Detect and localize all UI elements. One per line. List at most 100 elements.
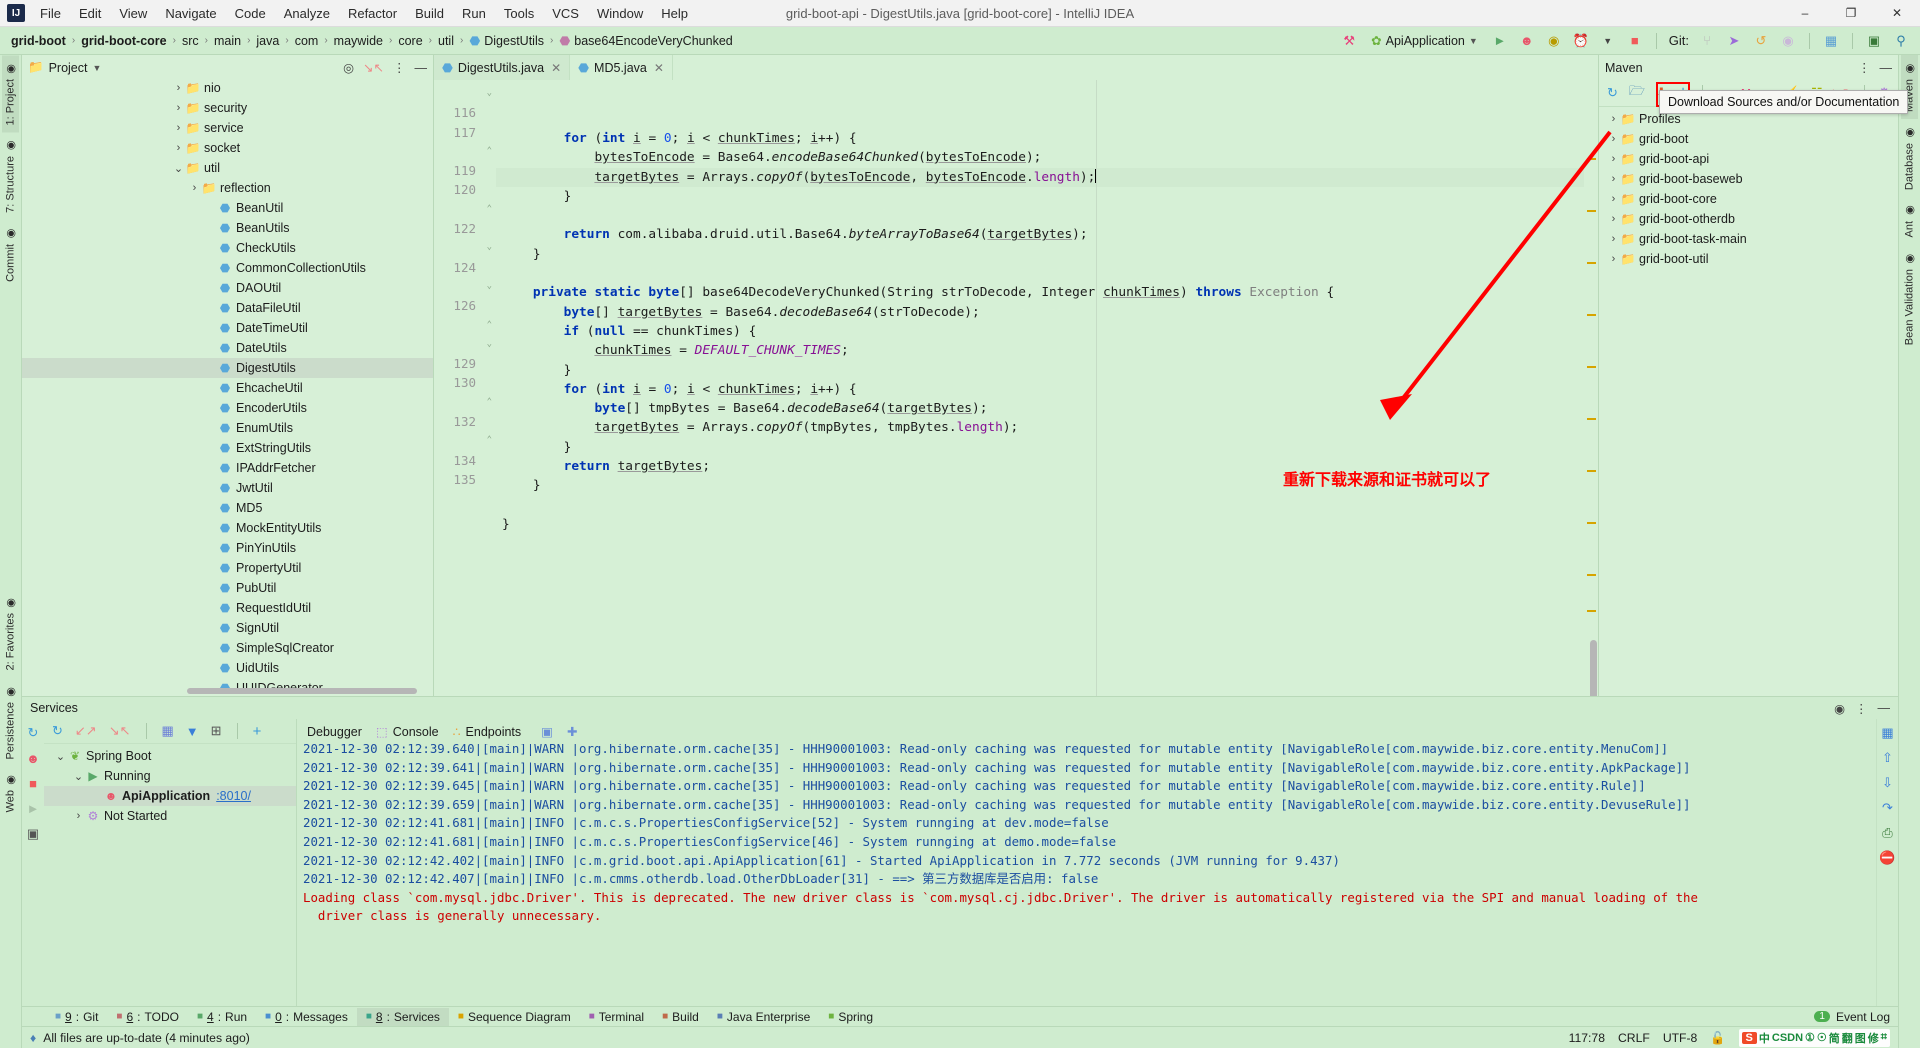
maven-tree-node[interactable]: ›📁grid-boot-util	[1599, 249, 1898, 269]
tray-icon-5[interactable]: 简	[1829, 1030, 1840, 1046]
fold-icon[interactable]: ⌃	[482, 204, 492, 214]
tray-icon-9[interactable]: ⌗	[1881, 1031, 1887, 1044]
code-line[interactable]: }	[496, 245, 1584, 264]
line-number[interactable]: 135	[434, 470, 496, 489]
maven-tree-node[interactable]: ›📁grid-boot-otherdb	[1599, 209, 1898, 229]
service-tree-node[interactable]: ⌄▶Running	[44, 766, 296, 786]
breadcrumb-item-com[interactable]: com	[290, 32, 324, 50]
editor-body[interactable]: ⌄116117⌃119120⌃122⌄124⌄126⌃⌄129130⌃132⌃1…	[434, 80, 1598, 696]
code-line[interactable]: byte[] targetBytes = Base64.decodeBase64…	[496, 303, 1584, 322]
tool-strip-bean-validation[interactable]: Bean Validation◉	[1901, 245, 1918, 352]
commit-icon[interactable]: ◉	[1779, 32, 1797, 50]
line-number[interactable]: ⌄	[434, 277, 496, 296]
project-tree-node[interactable]: ›📁security	[22, 98, 433, 118]
project-tree-node[interactable]: ⬣IPAddrFetcher	[22, 458, 433, 478]
update-project-icon[interactable]: ➤	[1725, 32, 1743, 50]
tray-icon-0[interactable]: S	[1742, 1032, 1757, 1044]
chevron-icon[interactable]: ›	[172, 122, 185, 134]
menu-item-file[interactable]: File	[31, 3, 70, 24]
reload-icon[interactable]: ↻	[1607, 85, 1618, 101]
hammer-icon[interactable]: ⚒	[1340, 32, 1358, 50]
group-icon[interactable]: ▦	[162, 723, 174, 739]
tool-button-sequence-diagram[interactable]: ■Sequence Diagram	[449, 1008, 580, 1026]
tool-strip-web[interactable]: Web◉	[2, 766, 19, 819]
project-tree-node[interactable]: ⬣PubUtil	[22, 578, 433, 598]
tool-button-spring[interactable]: ■Spring	[819, 1008, 882, 1026]
layout-icon[interactable]: ▦	[1881, 725, 1893, 741]
run-configuration-selector[interactable]: ✿ ApiApplication ▼	[1367, 32, 1482, 49]
project-tree-node[interactable]: ⬣DataFileUtil	[22, 298, 433, 318]
code-line[interactable]: }	[496, 438, 1584, 457]
line-number[interactable]: ⌃	[434, 200, 496, 219]
editor-tab-MD5-java[interactable]: ⬣MD5.java✕	[570, 55, 673, 80]
project-tree-node[interactable]: ⬣EhcacheUtil	[22, 378, 433, 398]
line-number[interactable]: ⌄	[434, 335, 496, 354]
project-tree-node[interactable]: ›📁nio	[22, 80, 433, 98]
debug-icon[interactable]: ☻	[1518, 32, 1536, 50]
maven-tree-node[interactable]: ›📁grid-boot	[1599, 129, 1898, 149]
code-line[interactable]: targetBytes = Arrays.copyOf(bytesToEncod…	[496, 168, 1584, 187]
code-line[interactable]: if (null == chunkTimes) {	[496, 322, 1584, 341]
maven-projects-tree[interactable]: ›📁Profiles›📁grid-boot›📁grid-boot-api›📁gr…	[1599, 107, 1898, 696]
settings-icon[interactable]: ◉	[1834, 701, 1845, 716]
chevron-right-icon[interactable]: ›	[1607, 133, 1620, 145]
project-tree-node[interactable]: ⬣PropertyUtil	[22, 558, 433, 578]
line-number[interactable]: ⌃	[434, 431, 496, 450]
rerun-icon[interactable]: ↻	[52, 723, 63, 739]
menu-item-run[interactable]: Run	[453, 3, 495, 24]
tray-icon-4[interactable]: ☉	[1817, 1031, 1827, 1044]
menu-item-tools[interactable]: Tools	[495, 3, 543, 24]
code-line[interactable]	[496, 496, 1584, 515]
menu-item-refactor[interactable]: Refactor	[339, 3, 406, 24]
tool-strip-commit[interactable]: Commit◉	[2, 220, 19, 289]
add-tab-icon[interactable]: ⊞	[211, 723, 222, 739]
maven-tree-node[interactable]: ›📁grid-boot-baseweb	[1599, 169, 1898, 189]
chevron-right-icon[interactable]: ›	[1607, 213, 1620, 225]
project-tree-node[interactable]: ⬣BeanUtil	[22, 198, 433, 218]
console-tab-extra2[interactable]: ✚	[567, 724, 577, 739]
breadcrumb-item-main[interactable]: main	[209, 32, 246, 50]
stop-icon[interactable]: ■	[1626, 32, 1644, 50]
breadcrumb-item-src[interactable]: src	[177, 32, 204, 50]
hide-icon[interactable]: —	[1880, 61, 1893, 75]
project-tree-node[interactable]: ⌄📁util	[22, 158, 433, 178]
tool-button-run[interactable]: ■4:Run	[188, 1008, 256, 1026]
print-icon[interactable]: ⎙	[1882, 825, 1892, 841]
line-number[interactable]: 134	[434, 451, 496, 470]
code-line[interactable]: private static byte[] base64DecodeVeryCh…	[496, 283, 1584, 302]
line-number[interactable]: 124	[434, 258, 496, 277]
project-tree-node[interactable]: ⬣SignUtil	[22, 618, 433, 638]
project-tree-node[interactable]: ⬣RequestIdUtil	[22, 598, 433, 618]
editor-tabs[interactable]: ⬣DigestUtils.java✕⬣MD5.java✕	[434, 55, 1598, 80]
project-tree-node[interactable]: ›📁reflection	[22, 178, 433, 198]
chevron-right-icon[interactable]: ›	[1607, 173, 1620, 185]
menu-item-edit[interactable]: Edit	[70, 3, 110, 24]
project-tree-node[interactable]: ⬣DateTimeUtil	[22, 318, 433, 338]
console-tab-extra[interactable]: ▣	[541, 724, 553, 739]
stop-icon[interactable]: ■	[29, 776, 37, 791]
maven-tree-node[interactable]: ›📁grid-boot-core	[1599, 189, 1898, 209]
chevron-down-icon[interactable]: ▼	[1599, 32, 1617, 50]
services-tree[interactable]: ⌄❦Spring Boot⌄▶Running☻ApiApplication:80…	[44, 744, 296, 1006]
maximize-button[interactable]: ❐	[1828, 0, 1874, 27]
tool-strip-1-project[interactable]: 1: Project◉	[2, 55, 19, 132]
project-tree-node[interactable]: ⬣EncoderUtils	[22, 398, 433, 418]
terminal-icon[interactable]: ▣	[1865, 32, 1883, 50]
profiler-icon[interactable]: ⏰	[1572, 32, 1590, 50]
clear-all-icon[interactable]: ⛔	[1879, 850, 1895, 866]
add-service-icon[interactable]: +	[253, 723, 262, 740]
breadcrumb-item-maywide[interactable]: maywide	[329, 32, 388, 50]
chevron-down-icon[interactable]: ▼	[92, 63, 101, 73]
project-tree-node[interactable]: ⬣DigestUtils	[22, 358, 433, 378]
fold-icon[interactable]: ⌃	[482, 435, 492, 445]
encoding[interactable]: UTF-8	[1663, 1031, 1698, 1045]
service-tree-node[interactable]: ☻ApiApplication:8010/	[44, 786, 296, 806]
line-number[interactable]: 119	[434, 161, 496, 180]
chevron-right-icon[interactable]: ›	[1607, 233, 1620, 245]
line-separator[interactable]: CRLF	[1618, 1031, 1650, 1045]
menu-item-analyze[interactable]: Analyze	[275, 3, 339, 24]
breadcrumb-item-grid-boot-core[interactable]: grid-boot-core	[76, 32, 171, 50]
project-tree-node[interactable]: ⬣JwtUtil	[22, 478, 433, 498]
console-tab-debugger[interactable]: Debugger	[307, 725, 362, 739]
tray-icon-2[interactable]: CSDN	[1772, 1032, 1803, 1044]
